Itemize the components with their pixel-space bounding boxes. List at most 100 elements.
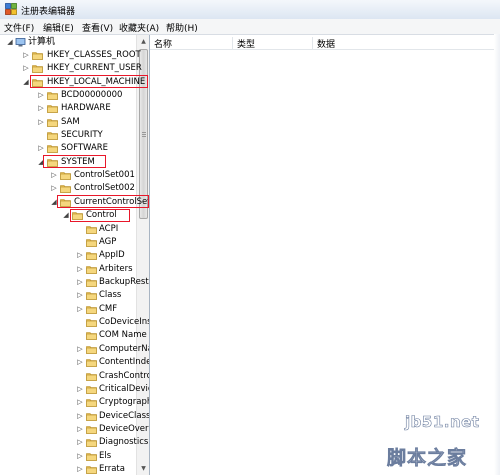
tree-node-diagnostics[interactable]: ▷ Diagnostics xyxy=(0,436,148,449)
folder-icon xyxy=(47,145,58,154)
tree-node-hkey-current-user[interactable]: ▷ HKEY_CURRENT_USER xyxy=(0,62,142,75)
tree-node-software[interactable]: ▷ SOFTWARE xyxy=(0,142,136,155)
expand-arrow-icon[interactable]: ▷ xyxy=(76,249,84,262)
tree-node-computername[interactable]: ▷ ComputerName xyxy=(0,343,149,356)
folder-icon xyxy=(86,332,97,341)
tree-node-hardware[interactable]: ▷ HARDWARE xyxy=(0,102,136,115)
collapse-arrow-icon[interactable]: ◢ xyxy=(22,76,30,89)
tree-node-label: HKEY_CURRENT_USER xyxy=(47,63,142,74)
folder-icon xyxy=(47,118,58,127)
tree-node-label: AGP xyxy=(99,236,117,247)
tree-node-label: Diagnostics xyxy=(99,437,149,448)
expand-arrow-icon[interactable]: ▷ xyxy=(76,383,84,396)
tree-node-arbiters[interactable]: ▷ Arbiters xyxy=(0,263,136,276)
expand-arrow-icon[interactable]: ▷ xyxy=(76,356,84,369)
expand-arrow-icon[interactable]: ▷ xyxy=(76,450,84,463)
folder-icon xyxy=(86,239,97,247)
expand-arrow-icon[interactable]: ▷ xyxy=(76,423,84,436)
tree-node-contentindex[interactable]: ▷ ContentIndex xyxy=(0,356,149,369)
tree-node-label: SECURITY xyxy=(61,130,103,141)
tree-node-controlset001[interactable]: ▷ ControlSet001 xyxy=(0,169,136,182)
menu-help[interactable]: 帮助(H) xyxy=(166,21,198,34)
column-data[interactable]: 数据 xyxy=(313,37,500,50)
window-right-edge xyxy=(494,34,500,475)
folder-icon xyxy=(86,319,97,327)
tree-node-label: COM Name Arbiter xyxy=(99,330,149,341)
tree-node-security[interactable]: SECURITY xyxy=(0,129,136,142)
expand-arrow-icon[interactable]: ▷ xyxy=(76,289,84,302)
collapse-arrow-icon[interactable]: ◢ xyxy=(62,209,70,222)
tree-node-appid[interactable]: ▷ AppID xyxy=(0,249,136,262)
folder-icon xyxy=(86,412,97,421)
column-name[interactable]: 名称 xyxy=(150,37,233,50)
registry-editor-window: 注册表编辑器 文件(F) 编辑(E) 查看(V) 收藏夹(A) 帮助(H) ▲ … xyxy=(0,0,500,475)
tree-node-label: Class xyxy=(99,290,122,301)
expand-arrow-icon[interactable]: ▷ xyxy=(76,343,84,356)
highlight-box xyxy=(57,195,149,209)
tree-node-criticaldevicedatabase[interactable]: ▷ CriticalDeviceDatabase xyxy=(0,383,149,396)
tree-node-agp[interactable]: AGP xyxy=(0,236,136,249)
tree-node-bcd00000000[interactable]: ▷ BCD00000000 xyxy=(0,89,136,102)
menu-file[interactable]: 文件(F) xyxy=(4,21,34,34)
menu-bar: 文件(F) 编辑(E) 查看(V) 收藏夹(A) 帮助(H) xyxy=(0,19,500,35)
tree-node-errata[interactable]: ▷ Errata xyxy=(0,463,136,475)
tree-node-sam[interactable]: ▷ SAM xyxy=(0,116,136,129)
menu-favorites[interactable]: 收藏夹(A) xyxy=(119,21,159,34)
tree-node-com-name-arbiter[interactable]: COM Name Arbiter xyxy=(0,329,149,342)
registry-key-tree[interactable]: ▲ ▼ ◢ 计算机 ▷ HKEY_CLASSES_ROOT ▷ HKEY_CURRENT_… xyxy=(0,35,150,475)
tree-node-acpi[interactable]: ACPI xyxy=(0,223,136,236)
folder-icon xyxy=(86,439,97,448)
expand-arrow-icon[interactable]: ▷ xyxy=(37,102,45,115)
registry-values-pane[interactable]: 名称 类型 数据 xyxy=(150,35,500,475)
expand-arrow-icon[interactable]: ▷ xyxy=(50,169,58,182)
tree-node-label: ContentIndex xyxy=(99,357,149,368)
folder-icon xyxy=(60,172,71,180)
menu-edit[interactable]: 编辑(E) xyxy=(43,21,74,34)
folder-icon xyxy=(86,265,97,274)
tree-node-crashcontrol[interactable]: CrashControl xyxy=(0,370,149,383)
expand-arrow-icon[interactable]: ▷ xyxy=(22,49,30,62)
folder-icon xyxy=(86,466,97,474)
folder-icon xyxy=(86,359,97,367)
tree-node-controlset002[interactable]: ▷ ControlSet002 xyxy=(0,182,136,195)
tree-node-label: BCD00000000 xyxy=(61,89,123,100)
expand-arrow-icon[interactable]: ▷ xyxy=(37,116,45,129)
tree-node-label: CrashControl xyxy=(99,370,150,381)
tree-node-label: CriticalDeviceDatabase xyxy=(99,383,149,394)
tree-node-class[interactable]: ▷ Class xyxy=(0,289,136,302)
folder-icon xyxy=(86,305,97,314)
tree-node-deviceoverrides[interactable]: ▷ DeviceOverrides xyxy=(0,423,149,436)
tree-node-backuprestore[interactable]: ▷ BackupRestore xyxy=(0,276,149,289)
expand-arrow-icon[interactable]: ▷ xyxy=(37,89,45,102)
scroll-up-arrow-icon[interactable]: ▲ xyxy=(138,36,149,47)
expand-arrow-icon[interactable]: ▷ xyxy=(50,182,58,195)
tree-node-deviceclasses[interactable]: ▷ DeviceClasses xyxy=(0,410,149,423)
menu-view[interactable]: 查看(V) xyxy=(82,21,113,34)
folder-icon xyxy=(60,185,71,194)
column-type[interactable]: 类型 xyxy=(233,37,313,50)
folder-icon xyxy=(86,452,97,461)
expand-arrow-icon[interactable]: ▷ xyxy=(76,263,84,276)
highlight-box xyxy=(70,208,130,222)
expand-arrow-icon[interactable]: ▷ xyxy=(37,142,45,155)
expand-arrow-icon[interactable]: ▷ xyxy=(76,463,84,475)
collapse-arrow-icon[interactable]: ◢ xyxy=(6,36,14,49)
tree-node-label: 计算机 xyxy=(28,36,56,47)
tree-node-label: HARDWARE xyxy=(61,103,111,114)
tree-node-label: DeviceClasses xyxy=(99,410,150,421)
tree-node-hkey-classes-root[interactable]: ▷ HKEY_CLASSES_ROOT xyxy=(0,49,140,62)
tree-node-codeviceinstallers[interactable]: CoDeviceInstallers xyxy=(0,316,149,329)
tree-node-cryptography[interactable]: ▷ Cryptography xyxy=(0,396,149,409)
expand-arrow-icon[interactable]: ▷ xyxy=(22,62,30,75)
folder-icon xyxy=(86,252,97,261)
tree-node-cmf[interactable]: ▷ CMF xyxy=(0,303,136,316)
tree-node-els[interactable]: ▷ Els xyxy=(0,450,136,463)
expand-arrow-icon[interactable]: ▷ xyxy=(76,436,84,449)
scroll-down-arrow-icon[interactable]: ▼ xyxy=(138,463,149,474)
tree-node-label: HKEY_CLASSES_ROOT xyxy=(47,49,141,60)
expand-arrow-icon[interactable]: ▷ xyxy=(76,276,84,289)
expand-arrow-icon[interactable]: ▷ xyxy=(76,410,84,423)
expand-arrow-icon[interactable]: ▷ xyxy=(76,303,84,316)
expand-arrow-icon[interactable]: ▷ xyxy=(76,396,84,409)
tree-node-computer[interactable]: ◢ 计算机 xyxy=(0,36,136,49)
